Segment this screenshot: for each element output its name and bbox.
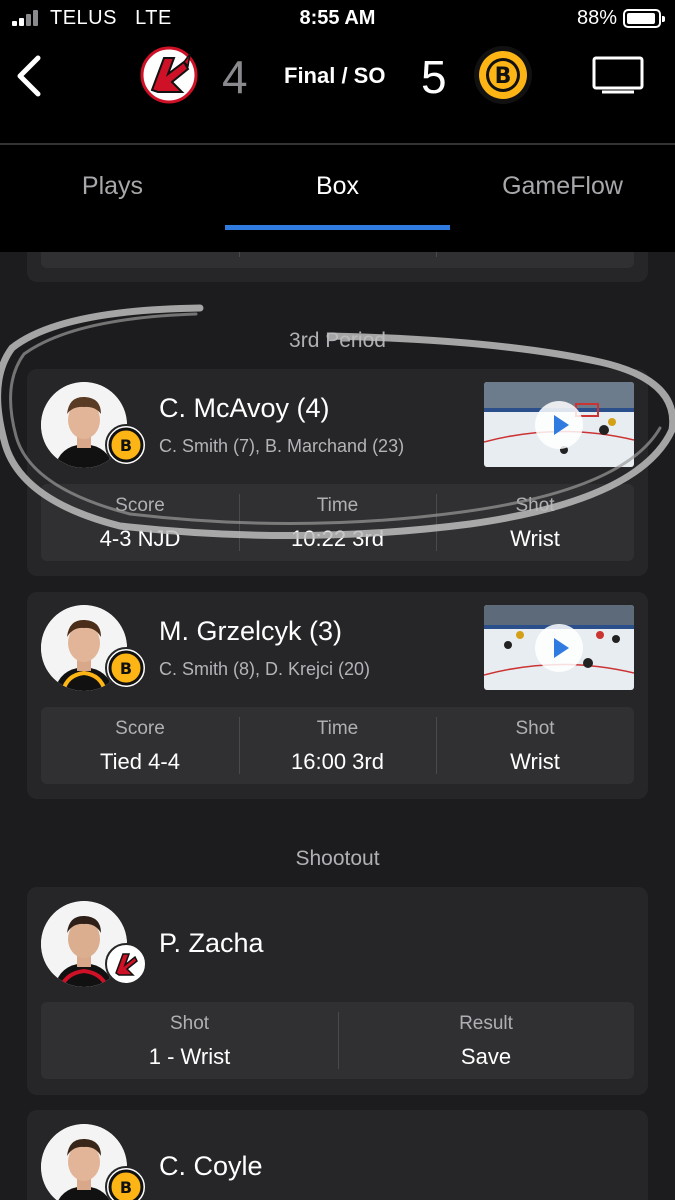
tab-gameflow[interactable]: GameFlow — [450, 172, 675, 201]
stat-value: Wrist — [510, 749, 560, 774]
status-bar: TELUS LTE 8:55 AM 88% — [0, 0, 675, 38]
player-name[interactable]: C. Coyle — [159, 1151, 263, 1182]
stat-value: Save — [460, 1044, 512, 1069]
shootout-stats: Shot 1 - Wrist Result Save — [41, 1002, 634, 1079]
svg-text:B: B — [120, 436, 132, 455]
play-icon[interactable] — [535, 623, 583, 672]
stat-score: Score 4-3 NJD — [41, 484, 239, 561]
stat-value: 10:22 3rd — [291, 526, 384, 551]
bruins-logo-icon: B — [105, 647, 147, 689]
home-score: 5 — [421, 51, 447, 103]
game-state: Final / SO — [284, 63, 386, 88]
video-thumbnail[interactable] — [484, 382, 634, 467]
stat-label: Shot — [169, 1013, 210, 1034]
bruins-logo-icon: B — [105, 424, 147, 466]
stat-shot: Shot 1 - Wrist — [41, 1002, 338, 1079]
svg-text:B: B — [495, 64, 512, 89]
tabs-divider — [0, 143, 675, 145]
goal-card[interactable]: B C. McAvoy (4) C. Smith (7), B. Marchan… — [27, 369, 648, 576]
svg-text:B: B — [120, 659, 132, 678]
battery-icon — [623, 9, 665, 28]
stat-time: Time 10:22 3rd — [239, 484, 436, 561]
stat-label: Result — [459, 1013, 513, 1034]
goal-card[interactable]: B M. Grzelcyk (3) C. Smith (8), D. Krejc… — [27, 592, 648, 799]
svg-text:B: B — [120, 1178, 132, 1197]
goal-stats: Score Tied 4-4 Time 16:00 3rd Shot Wrist — [41, 707, 634, 784]
stat-value: 4-3 NJD — [99, 526, 181, 551]
stat-label: Shot — [515, 495, 555, 516]
player-name[interactable]: P. Zacha — [159, 928, 264, 959]
play-icon[interactable] — [535, 400, 583, 449]
goal-stats: Score 4-3 NJD Time 10:22 3rd Shot Wrist — [41, 484, 634, 561]
stat-shot: Shot Wrist — [436, 707, 634, 784]
bruins-logo-icon[interactable]: B — [472, 44, 534, 106]
stat-score: Score Tied 4-4 — [41, 707, 239, 784]
game-header: TELUS LTE 8:55 AM 88% 4 Final / SO 5 B P — [0, 0, 675, 252]
tab-box[interactable]: Box — [225, 172, 450, 201]
stat-value: Tied 4-4 — [100, 749, 180, 774]
away-score: 4 — [222, 51, 248, 103]
video-thumbnail[interactable] — [484, 605, 634, 690]
stat-shot: Shot Wrist — [436, 484, 634, 561]
assists: C. Smith (7), B. Marchand (23) — [159, 436, 405, 456]
stat-value: 16:00 3rd — [291, 749, 384, 774]
devils-logo-icon — [105, 943, 147, 985]
devils-logo-icon[interactable] — [138, 44, 200, 106]
player-name[interactable]: M. Grzelcyk (3) — [159, 616, 342, 647]
shootout-card[interactable]: B C. Coyle — [27, 1110, 648, 1200]
stat-value: 1 - Wrist — [148, 1044, 231, 1069]
back-chevron-icon[interactable] — [10, 52, 50, 100]
tab-plays[interactable]: Plays — [0, 172, 225, 201]
status-time: 8:55 AM — [299, 7, 376, 29]
battery-percent: 88% — [576, 7, 617, 29]
stat-label: Score — [115, 718, 165, 739]
stat-value: Wrist — [510, 526, 560, 551]
bruins-logo-icon: B — [105, 1166, 147, 1200]
stat-label: Score — [115, 495, 165, 516]
tv-icon[interactable] — [592, 56, 644, 94]
player-name[interactable]: C. McAvoy (4) — [159, 393, 330, 424]
stat-label: Time — [316, 495, 359, 516]
stat-label: Shot — [515, 718, 555, 739]
assists: C. Smith (8), D. Krejci (20) — [159, 659, 371, 679]
tab-active-indicator — [225, 225, 450, 230]
stat-time: Time 16:00 3rd — [239, 707, 436, 784]
section-title-3rd-period: 3rd Period — [289, 329, 386, 352]
stat-result: Result Save — [338, 1002, 634, 1079]
stat-label: Time — [316, 718, 359, 739]
section-title-shootout: Shootout — [295, 847, 380, 870]
shootout-card[interactable]: P. Zacha Shot 1 - Wrist Result Save — [27, 887, 648, 1095]
